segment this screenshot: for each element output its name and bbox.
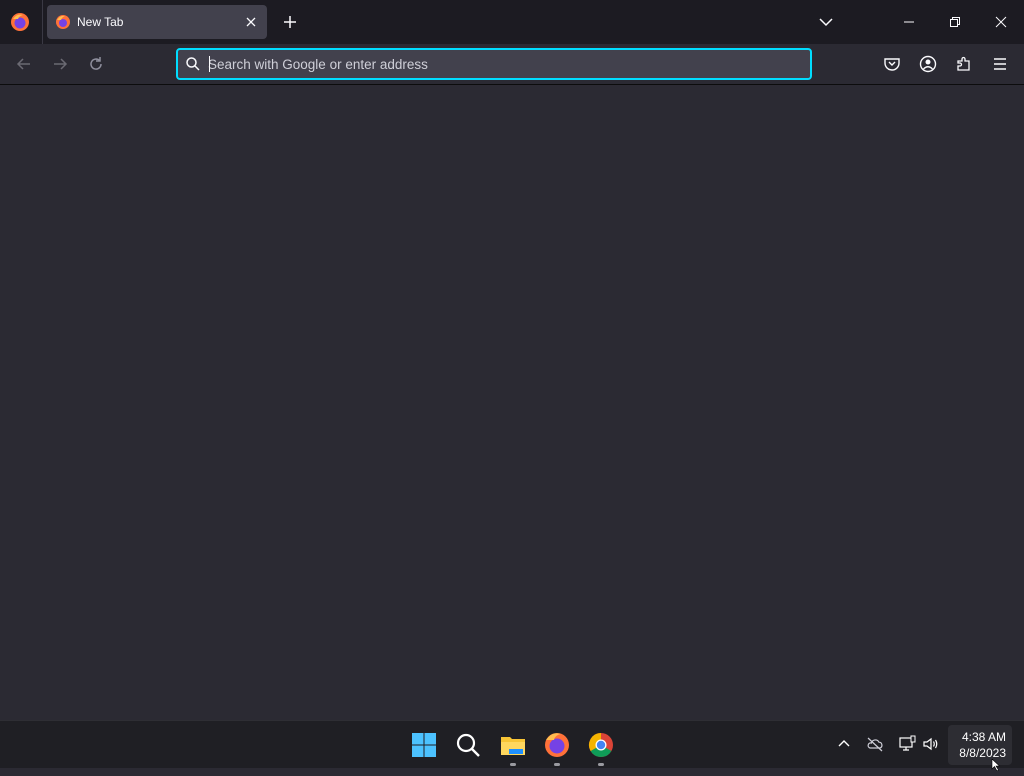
navigation-toolbar: [0, 44, 1024, 85]
running-indicator: [510, 763, 516, 766]
back-arrow-icon: [16, 58, 30, 70]
extensions-icon: [957, 56, 970, 71]
account-button[interactable]: [918, 54, 938, 74]
close-tab-icon[interactable]: [243, 14, 259, 30]
running-indicator: [598, 763, 604, 766]
restore-button[interactable]: [932, 0, 978, 44]
extensions-button[interactable]: [954, 54, 974, 74]
minimize-button[interactable]: [886, 0, 932, 44]
network-icon[interactable]: [898, 735, 916, 753]
firefox-icon[interactable]: [541, 729, 573, 766]
clock-time: 4:38 AM: [961, 730, 1006, 744]
firefox-icon: [55, 14, 71, 30]
new-tab-button[interactable]: [280, 12, 300, 32]
tab-separator: [42, 0, 43, 44]
close-window-button[interactable]: [978, 0, 1024, 44]
pocket-button[interactable]: [882, 54, 902, 74]
tab-title: New Tab: [77, 15, 124, 29]
account-icon: [919, 55, 937, 73]
windows-start-icon[interactable]: [408, 729, 440, 761]
reload-icon: [90, 57, 102, 70]
text-caret: [209, 56, 210, 72]
page-content[interactable]: [0, 85, 1024, 720]
forward-arrow-icon: [54, 58, 68, 70]
forward-button[interactable]: [50, 54, 70, 74]
taskbar: 4:38 AM 8/8/2023: [0, 720, 1024, 768]
mouse-cursor-icon: [990, 758, 1002, 772]
plus-icon: [284, 16, 296, 28]
hamburger-menu-icon: [994, 58, 1006, 70]
reload-button[interactable]: [86, 54, 106, 74]
volume-icon[interactable]: [922, 735, 940, 753]
pocket-icon: [884, 58, 900, 71]
onedrive-offline-icon[interactable]: [866, 735, 884, 753]
address-input[interactable]: [208, 54, 798, 74]
application-menu-button[interactable]: [990, 54, 1010, 74]
chevron-down-icon: [819, 18, 833, 27]
minimize-icon: [904, 21, 914, 23]
running-indicator: [554, 763, 560, 766]
chrome-icon[interactable]: [585, 729, 617, 766]
firefox-view-icon[interactable]: [9, 11, 31, 33]
tab-new-tab[interactable]: New Tab: [47, 5, 267, 39]
search-icon: [185, 56, 201, 72]
show-hidden-icons-icon[interactable]: [835, 735, 853, 753]
back-button[interactable]: [14, 54, 34, 74]
restore-icon: [950, 17, 960, 27]
address-bar[interactable]: [176, 48, 812, 80]
list-all-tabs-button[interactable]: [816, 12, 836, 32]
title-bar: New Tab: [0, 0, 1024, 44]
close-icon: [995, 16, 1007, 28]
file-explorer-icon[interactable]: [497, 729, 529, 766]
system-clock[interactable]: 4:38 AM 8/8/2023: [948, 725, 1012, 765]
search-icon[interactable]: [452, 729, 484, 761]
